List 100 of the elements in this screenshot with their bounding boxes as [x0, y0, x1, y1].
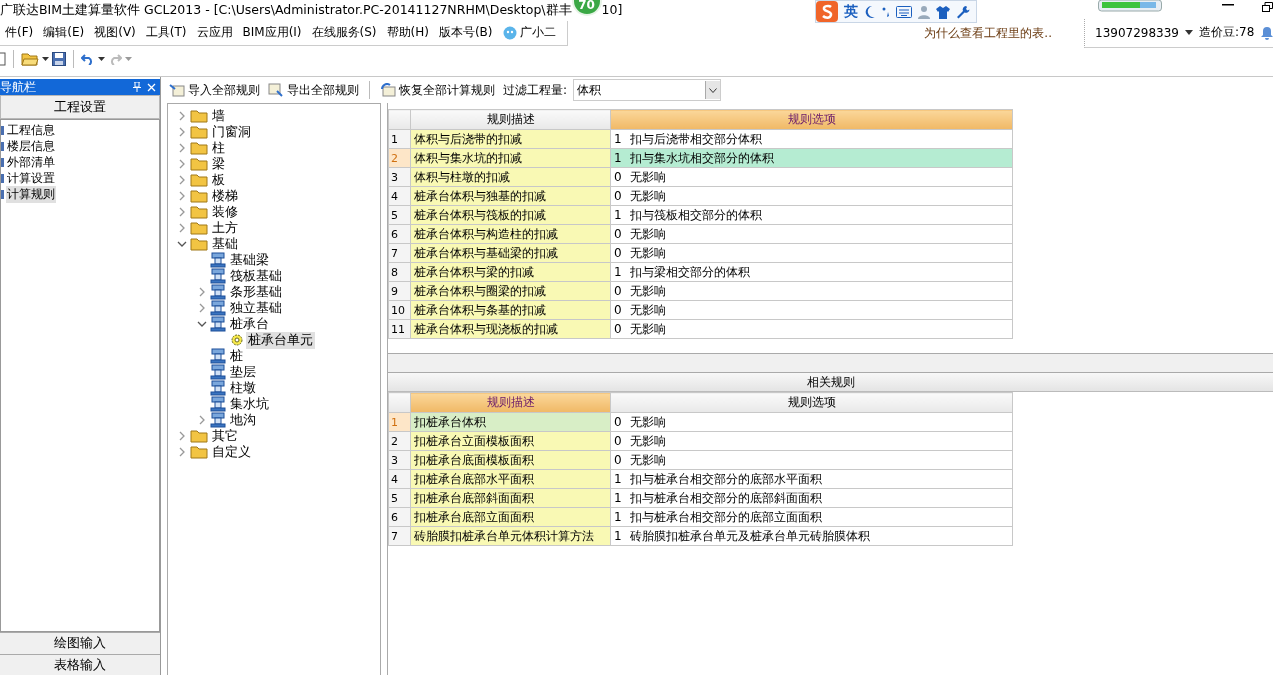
collapse-icon[interactable]	[197, 319, 207, 329]
input-mode[interactable]: 英	[844, 2, 858, 21]
tree-item[interactable]: 独立基础	[228, 299, 284, 317]
structure-icon	[210, 364, 226, 380]
menu-item[interactable]: 编辑(E)	[38, 24, 90, 41]
tree-item[interactable]: 地沟	[228, 411, 258, 429]
rule-option[interactable]: 1 扣与梁相交部分的体积	[610, 262, 1013, 282]
tree-item[interactable]: 楼梯	[210, 187, 240, 205]
menu-item[interactable]: 在线服务(S)	[306, 24, 382, 41]
bell-icon[interactable]	[1260, 25, 1273, 40]
column-header[interactable]: 规则描述	[410, 392, 611, 413]
rule-option[interactable]: 0 无影响	[610, 450, 1013, 470]
nav-item[interactable]: 楼层信息	[6, 137, 56, 155]
count-badge: 70	[571, 0, 602, 16]
caret-icon[interactable]	[98, 57, 105, 61]
tree-item[interactable]: 柱	[210, 139, 227, 157]
tree-item[interactable]: 板	[210, 171, 227, 189]
rule-option[interactable]: 1 扣与桩承台相交部分的底部立面面积	[610, 507, 1013, 527]
folder-icon	[190, 157, 208, 171]
tree-item[interactable]: 基础	[210, 235, 240, 253]
folder-icon	[190, 109, 208, 123]
tree-item[interactable]: 集水坑	[228, 395, 271, 413]
tree-item[interactable]: 桩承台	[228, 315, 271, 333]
pin-icon[interactable]	[133, 82, 141, 92]
tree-item[interactable]: 装修	[210, 203, 240, 221]
rule-option[interactable]: 0 无影响	[610, 281, 1013, 301]
column-header[interactable]: 规则描述	[410, 109, 611, 130]
tree-item[interactable]: 柱墩	[228, 379, 258, 397]
import-icon	[169, 83, 185, 97]
rule-option[interactable]: 0 无影响	[610, 319, 1013, 339]
folder-icon	[190, 189, 208, 203]
rule-option[interactable]: 1 砖胎膜扣桩承台单元及桩承台单元砖胎膜体积	[610, 526, 1013, 546]
export-button[interactable]: 导出全部规则	[266, 80, 361, 100]
account-number[interactable]: 13907298339	[1095, 25, 1179, 40]
tree-item[interactable]: 梁	[210, 155, 227, 173]
menu-item[interactable]: BIM应用(I)	[237, 24, 307, 41]
restore-rules-icon	[380, 83, 396, 97]
caret-icon[interactable]	[42, 57, 49, 61]
tree-item[interactable]: 墙	[210, 107, 227, 125]
tree-item[interactable]: 条形基础	[228, 283, 284, 301]
undo-icon[interactable]	[81, 53, 95, 65]
rule-option[interactable]: 1 扣与桩承台相交部分的底部斜面面积	[610, 488, 1013, 508]
menu-item[interactable]: 云应用	[191, 24, 238, 41]
collapse-icon[interactable]	[177, 239, 187, 249]
tree-item[interactable]: 其它	[210, 427, 240, 445]
rule-option[interactable]: 0 无影响	[610, 243, 1013, 263]
section-button[interactable]: 工程设置	[0, 95, 160, 119]
window-title: 广联达BIM土建算量软件 GCL2013 - [C:\Users\Administrator.PC-20141127NRHM\Desktop\群丰	[0, 1, 572, 19]
save-icon[interactable]	[52, 52, 66, 66]
rule-option[interactable]: 0 无影响	[610, 167, 1013, 187]
tree-item[interactable]: 基础梁	[228, 251, 271, 269]
menu-item[interactable]: 工具(T)	[140, 24, 192, 41]
tree-item[interactable]: 垫层	[228, 363, 258, 381]
folder-icon	[190, 173, 208, 187]
menu-item[interactable]: 帮助(H)	[381, 24, 434, 41]
filter-dropdown[interactable]: 体积	[573, 79, 722, 101]
open-folder-icon[interactable]	[21, 52, 39, 66]
tree-item[interactable]: 土方	[210, 219, 240, 237]
menu-item[interactable]: 广小二	[497, 24, 561, 41]
nav-item[interactable]: 计算设置	[6, 169, 56, 187]
punctuation-icon[interactable]	[882, 5, 890, 18]
tree-item[interactable]: 自定义	[210, 443, 253, 461]
menu-item[interactable]: 视图(V)	[89, 24, 141, 41]
shirt-icon[interactable]	[936, 4, 950, 19]
minimize-icon[interactable]	[1222, 4, 1234, 6]
user-icon[interactable]	[918, 4, 930, 19]
nav-item[interactable]: 计算规则	[6, 185, 56, 203]
nav-button[interactable]: 绘图输入	[0, 632, 160, 654]
rule-option[interactable]: 1 扣与后浇带相交部分体积	[610, 129, 1013, 149]
nav-item[interactable]: 外部清单	[6, 153, 56, 171]
column-header[interactable]: 规则选项	[610, 109, 1013, 130]
tree-item[interactable]: 桩	[228, 347, 245, 365]
rule-option[interactable]: 0 无影响	[610, 224, 1013, 244]
rule-option[interactable]: 0 无影响	[610, 431, 1013, 451]
tree-item[interactable]: 筏板基础	[228, 267, 284, 285]
close-icon[interactable]	[147, 82, 156, 92]
menu-item[interactable]: 版本号(B)	[433, 24, 498, 41]
wrench-icon[interactable]	[956, 4, 970, 19]
tree-item[interactable]: 桩承台单元	[246, 331, 315, 349]
rule-option[interactable]: 0 无影响	[610, 412, 1013, 432]
rule-option[interactable]: 0 无影响	[610, 186, 1013, 206]
menu-item[interactable]: 件(F)	[0, 24, 39, 41]
caret-icon[interactable]	[1185, 30, 1193, 35]
nav-item[interactable]: 工程信息	[6, 121, 56, 139]
keyboard-icon[interactable]	[896, 5, 912, 18]
nav-button[interactable]: 表格输入	[0, 654, 160, 675]
import-button[interactable]: 导入全部规则	[167, 80, 262, 100]
mascot-icon	[502, 25, 517, 40]
item-icon	[1, 172, 5, 184]
rule-option[interactable]: 1 扣与桩承台相交部分的底部水平面积	[610, 469, 1013, 489]
column-header[interactable]: 规则选项	[610, 392, 1013, 413]
restore-icon[interactable]	[1262, 2, 1273, 12]
tree-item[interactable]: 门窗洞	[210, 123, 253, 141]
filter-label: 过滤工程量:	[502, 81, 569, 99]
chevron-down-icon	[709, 87, 718, 93]
moon-icon[interactable]	[864, 4, 876, 19]
restore-button[interactable]: 恢复全部计算规则	[378, 80, 497, 100]
rule-option[interactable]: 1 扣与筏板相交部分的体积	[610, 205, 1013, 225]
rule-option[interactable]: 0 无影响	[610, 300, 1013, 320]
help-link[interactable]: 为什么查看工程里的表..	[924, 24, 1052, 42]
